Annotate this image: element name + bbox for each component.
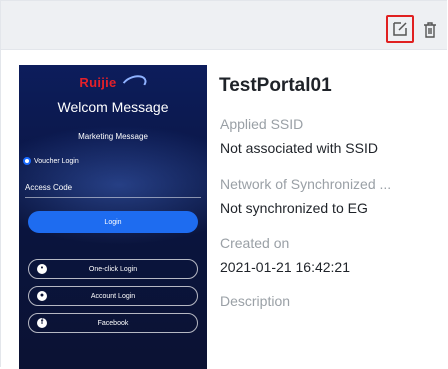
edit-button[interactable] [386,15,414,43]
portal-preview-image: Ruijie Welcom Message Marketing Message … [19,65,207,369]
created-on-value: 2021-01-21 16:42:21 [220,259,350,275]
edit-icon [393,22,407,36]
preview-facebook-login: f Facebook [28,313,198,333]
sync-network-label: Network of Synchronized ... [220,176,392,192]
preview-login-button: Login [28,211,198,233]
applied-ssid-value: Not associated with SSID [220,140,378,156]
description-label: Description [220,293,291,309]
facebook-icon: f [37,318,47,328]
applied-ssid-label: Applied SSID [220,116,304,132]
preview-one-click-login: • One-click Login [28,259,198,279]
preview-access-code: Access Code [25,183,73,192]
preview-welcome: Welcom Message [57,99,169,115]
delete-button[interactable] [421,19,439,41]
preview-logo: Ruijie [19,71,207,96]
portal-name: TestPortal01 [219,75,332,96]
preview-marketing: Marketing Message [78,132,148,141]
preview-account-login: ● Account Login [28,286,198,306]
preview-voucher-login: Voucher Login [23,157,79,165]
sync-network-value: Not synchronized to EG [220,200,368,216]
radio-icon [23,157,31,165]
preview-code-underline [25,197,201,198]
created-on-label: Created on [220,235,290,251]
trash-icon [424,22,436,38]
user-icon: ● [37,291,47,301]
wifi-icon: • [37,264,47,274]
portal-card: Ruijie Welcom Message Marketing Message … [0,0,447,369]
card-header [1,1,447,50]
